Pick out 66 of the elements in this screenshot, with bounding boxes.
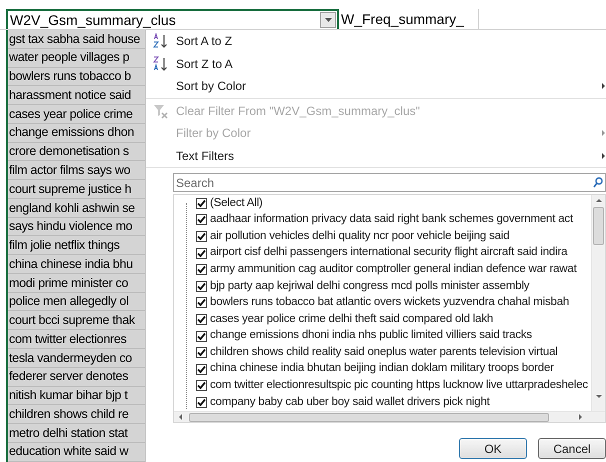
table-cell: crore demonetisation s [9, 145, 129, 158]
list-item-label[interactable]: company baby cab uber boy said wallet drivers pick night [210, 396, 490, 408]
sort-descending-icon [153, 56, 169, 72]
menu-item[interactable]: Sort A to Z [146, 30, 606, 52]
table-cell: federer server denotes [9, 370, 128, 383]
list-item-label[interactable]: bjp party aap kejriwal delhi congress mcd polls minister assembly [210, 280, 530, 292]
table-cell: change emissions dhon [9, 126, 134, 139]
checkbox[interactable] [196, 380, 207, 392]
checkbox[interactable] [196, 330, 207, 342]
checkbox[interactable] [196, 198, 207, 209]
list-item-label[interactable]: com twitter electionresultspic pic counting https lucknow live uttarpradeshelec [210, 380, 588, 392]
checkbox[interactable] [196, 264, 207, 276]
checkbox[interactable] [196, 364, 207, 375]
list-item-label[interactable]: cases year police crime delhi theft said compared old lakh [210, 314, 494, 326]
column-header: W_Freq_summary_ [341, 12, 465, 26]
checkbox[interactable] [196, 280, 207, 292]
table-cell: says hindu violence mo [9, 220, 132, 233]
table-cell: nitish kumar bihar bjp t [9, 389, 128, 402]
checkbox[interactable] [196, 396, 207, 408]
column-header: W2V_Gsm_summary_clus [10, 13, 177, 27]
funnel-cross-icon [153, 102, 169, 119]
table-cell: bowlers runs tobacco b [9, 70, 131, 83]
cancel-button[interactable]: Cancel [538, 438, 606, 459]
table-cell: court supreme justice h [9, 182, 132, 196]
table-cell: tesla vandermeyden co [9, 352, 132, 364]
list-item-label[interactable]: china chinese india bhutan beijing indian doklam military troops border [210, 363, 554, 375]
menu-item[interactable]: Sort by Color [146, 75, 606, 98]
search-field[interactable]: Search [173, 173, 606, 192]
table-cell: modi prime minister co [9, 276, 128, 290]
ok-button[interactable]: OK [459, 438, 527, 459]
checkbox[interactable] [196, 248, 207, 259]
table-cell: education white said w [9, 445, 128, 458]
table-cell: cases year police crime [9, 108, 133, 120]
search-icon [593, 177, 603, 188]
table-cell: england kohli ashwin se [9, 202, 135, 214]
table-cell: gst tax sabha said house [9, 32, 140, 46]
table-cell: com twitter electionres [9, 332, 126, 346]
table-cell: film actor films says wo [9, 164, 130, 176]
table-cell: film jolie netflix things [9, 239, 120, 252]
checkbox[interactable] [196, 230, 207, 242]
list-item-label[interactable]: bowlers runs tobacco bat atlantic overs wickets yuzvendra chahal misbah [210, 297, 570, 309]
checkbox[interactable] [196, 297, 207, 308]
menu-item[interactable]: Text Filters [146, 144, 606, 167]
checkbox[interactable] [196, 214, 207, 226]
list-item-label[interactable]: airport cisf delhi passengers international security flight aircraft said indira [210, 247, 568, 259]
vertical-scrollbar[interactable] [591, 195, 605, 411]
table-cell: police men allegedly ol [9, 295, 129, 308]
menu-item[interactable]: Sort Z to A [146, 52, 606, 75]
checkbox[interactable] [196, 314, 207, 325]
list-item-label[interactable]: children shows child reality said oneplus water parents television virtual [210, 346, 558, 358]
list-item-label[interactable]: air pollution vehicles delhi quality ncr poor vehicle beijing said [210, 230, 510, 242]
table-cell: harassment notice said [9, 88, 131, 102]
table-cell: water people villages p [9, 51, 130, 64]
filter-dropdown-button[interactable] [320, 12, 336, 28]
table-cell: china chinese india bhu [9, 258, 133, 270]
list-item-label[interactable]: army ammunition cag auditor comptroller general indian defence war rawat [210, 264, 577, 276]
table-cell: metro delhi station stat [9, 426, 128, 440]
horizontal-scrollbar[interactable] [174, 411, 605, 422]
table-cell: court bcci supreme thak [9, 314, 135, 327]
list-item-label[interactable]: aadhaar information privacy data said right bank schemes government act [210, 214, 573, 226]
checkbox[interactable] [196, 347, 207, 358]
sort-ascending-icon [153, 33, 169, 50]
list-item-label[interactable]: (Select All) [210, 198, 263, 210]
caret-icon [324, 18, 332, 22]
list-item-label[interactable]: change emissions dhoni india nhs public limited villiers said tracks [210, 330, 532, 342]
table-cell: children shows child re [9, 408, 129, 420]
